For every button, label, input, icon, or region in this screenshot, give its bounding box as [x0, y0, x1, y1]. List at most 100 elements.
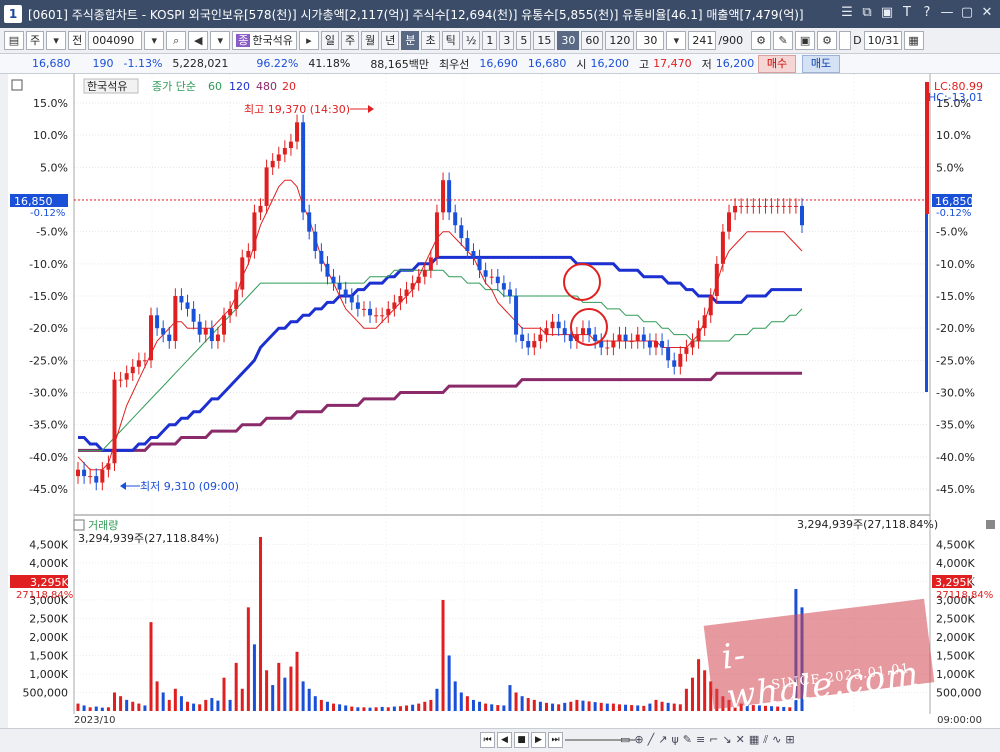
- period-type-select[interactable]: 주: [26, 31, 45, 50]
- volume-bar: [611, 703, 615, 711]
- tool-text-icon[interactable]: ✎: [683, 733, 692, 747]
- volume-bar: [684, 688, 688, 711]
- date-input[interactable]: 10/31: [863, 31, 902, 50]
- volume-bar: [435, 688, 439, 711]
- indicator-icon[interactable]: ⚙: [751, 31, 772, 50]
- help-icon[interactable]: ?: [918, 4, 936, 22]
- volume-bar: [642, 705, 646, 711]
- market-select[interactable]: 전: [68, 31, 87, 50]
- volume-panel-close-icon[interactable]: [986, 520, 995, 529]
- tool-fork-icon[interactable]: ψ: [671, 733, 678, 747]
- volume-bar: [100, 707, 104, 711]
- tool-trend-icon[interactable]: ↘: [722, 733, 731, 747]
- nav-first-button[interactable]: ⏮: [480, 732, 495, 748]
- volume-bar: [648, 703, 652, 711]
- save-icon[interactable]: ▣: [795, 31, 816, 50]
- tool-fib-icon[interactable]: ≡: [696, 733, 705, 747]
- high-annotation: 최고 19,370 (14:30): [244, 103, 350, 116]
- font-icon[interactable]: T: [898, 4, 916, 22]
- minute-15[interactable]: 15: [533, 31, 556, 50]
- volume-bar: [575, 699, 579, 711]
- expand-icon[interactable]: ▸: [298, 31, 319, 50]
- volume-bar: [526, 698, 530, 711]
- tool-zoom-icon[interactable]: ⊕: [634, 733, 643, 747]
- volume-bar: [119, 696, 123, 711]
- minute-1[interactable]: 1: [482, 31, 498, 50]
- chevron-down-icon[interactable]: ▾: [666, 31, 687, 50]
- stock-name-label: 한국석유: [252, 34, 293, 47]
- speaker-icon[interactable]: ◀: [188, 31, 209, 50]
- panel-toggle-icon[interactable]: ▤: [4, 31, 24, 50]
- tool-channel-icon[interactable]: ⫽: [763, 733, 768, 747]
- search-icon[interactable]: ⌕: [166, 31, 187, 50]
- tool-more-icon[interactable]: ⊞: [785, 733, 794, 747]
- maximize-icon[interactable]: ▢: [958, 4, 976, 22]
- minimize-icon[interactable]: —: [938, 4, 956, 22]
- chevron-down-icon[interactable]: ▾: [46, 31, 67, 50]
- tool-wave-icon[interactable]: ∿: [772, 733, 781, 747]
- volume-bar: [252, 644, 256, 711]
- date-checkbox[interactable]: [839, 31, 852, 50]
- buy-button[interactable]: 매수: [758, 55, 796, 73]
- candle-body: [130, 366, 135, 374]
- period-month[interactable]: 월: [361, 31, 380, 50]
- legend-stock-name: 한국석유: [87, 80, 127, 93]
- close-icon[interactable]: ✕: [978, 4, 996, 22]
- candle-body: [562, 328, 567, 335]
- tool-lock-icon[interactable]: ▭: [620, 733, 630, 747]
- volume-bar: [532, 699, 536, 711]
- nav-next-button[interactable]: ▶: [531, 732, 546, 748]
- half-button[interactable]: ½: [461, 31, 481, 50]
- period-minute[interactable]: 분: [401, 31, 420, 50]
- candle-body: [142, 360, 147, 362]
- candle-body: [112, 379, 117, 464]
- menu-icon[interactable]: ☰: [838, 4, 856, 22]
- legend-ma20: 20: [282, 80, 296, 93]
- candle-body: [416, 276, 421, 284]
- minute-5[interactable]: 5: [516, 31, 532, 50]
- minute-3[interactable]: 3: [499, 31, 515, 50]
- volume-bar: [289, 666, 293, 711]
- candle-body: [672, 360, 677, 367]
- draw-icon[interactable]: ✎: [773, 31, 794, 50]
- candle-body: [422, 270, 427, 277]
- minute-60[interactable]: 60: [581, 31, 604, 50]
- window-buttons: ☰ ⧉ ▣ T ? — ▢ ✕: [838, 4, 996, 22]
- layout-icon[interactable]: ▣: [878, 4, 896, 22]
- best-ask-label: 최우선: [439, 57, 470, 71]
- minute-120[interactable]: 120: [605, 31, 635, 50]
- legend-ma60: 60: [208, 80, 222, 93]
- period-day[interactable]: 일: [320, 31, 339, 50]
- candle-body: [532, 341, 537, 348]
- link-icon[interactable]: ⧉: [858, 4, 876, 22]
- tool-cross-icon[interactable]: ✕: [736, 733, 745, 747]
- period-second[interactable]: 초: [421, 31, 440, 50]
- candle-body: [605, 347, 610, 349]
- tool-bracket-icon[interactable]: ⌐: [709, 733, 718, 747]
- minute-input[interactable]: 30: [636, 31, 665, 50]
- volume-tick-label: 1,500K: [936, 649, 975, 662]
- volume-tag-pct-right: 27118.84%: [936, 590, 993, 601]
- minute-30[interactable]: 30: [557, 31, 580, 50]
- settings-icon[interactable]: ⚙: [817, 31, 838, 50]
- period-year[interactable]: 년: [381, 31, 400, 50]
- period-week[interactable]: 주: [340, 31, 360, 50]
- calendar-icon[interactable]: ▦: [903, 31, 924, 50]
- tool-line-icon[interactable]: ╱: [648, 733, 655, 747]
- chevron-down-icon[interactable]: ▾: [210, 31, 231, 50]
- count-input[interactable]: 241: [688, 31, 717, 50]
- candle-body: [587, 328, 592, 335]
- sell-button[interactable]: 매도: [802, 55, 840, 73]
- y-tick-label: -40.0%: [29, 451, 68, 464]
- nav-last-button[interactable]: ⏭: [548, 732, 563, 748]
- tool-arrow-icon[interactable]: ↗: [658, 733, 667, 747]
- candle-body: [459, 225, 464, 239]
- tool-grid-icon[interactable]: ▦: [749, 733, 759, 747]
- chevron-down-icon[interactable]: ▾: [144, 31, 165, 50]
- volume-tick-label: 1,500K: [29, 649, 68, 662]
- period-tick[interactable]: 틱: [441, 31, 460, 50]
- stock-code-input[interactable]: 004090: [88, 31, 143, 50]
- nav-prev-button[interactable]: ◀: [497, 732, 512, 748]
- candle-body: [653, 341, 658, 348]
- nav-stop-button[interactable]: ■: [514, 732, 529, 748]
